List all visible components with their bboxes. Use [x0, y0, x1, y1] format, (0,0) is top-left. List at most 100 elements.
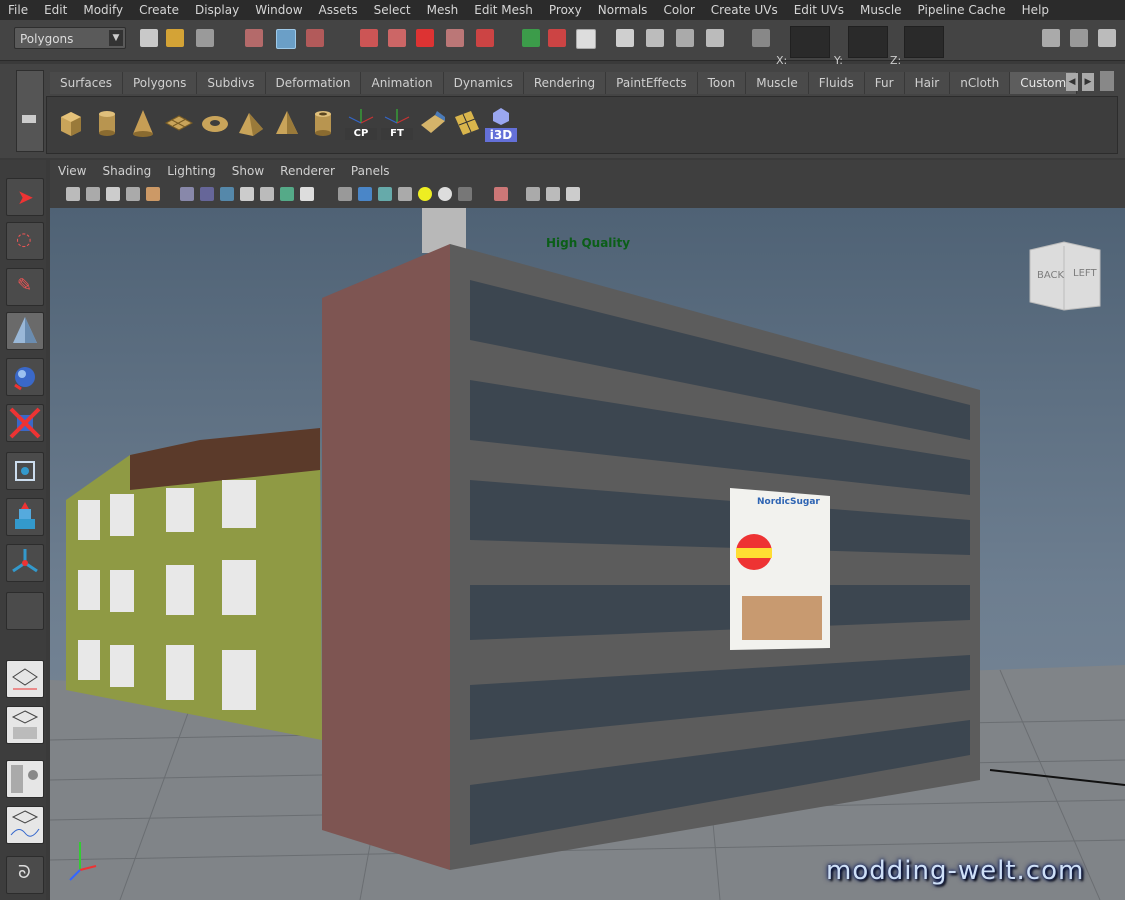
perspective-viewport[interactable] [50, 208, 1125, 900]
tab-fluids[interactable]: Fluids [808, 72, 865, 94]
tab-subdivs[interactable]: Subdivs [197, 72, 266, 94]
soft-modify-button[interactable] [6, 498, 44, 536]
xray-icon[interactable] [526, 187, 540, 201]
panel-menu-renderer[interactable]: Renderer [272, 164, 343, 178]
snap-grid-icon[interactable] [360, 29, 378, 47]
select-tool-button[interactable]: ➤ [6, 178, 44, 216]
tab-surfaces[interactable]: Surfaces [50, 72, 123, 94]
scale-tool-button[interactable] [6, 404, 44, 442]
menu-assets[interactable]: Assets [311, 0, 366, 20]
plane-icon[interactable] [163, 107, 195, 139]
attribute-editor-icon[interactable] [1042, 29, 1060, 47]
tab-dynamics[interactable]: Dynamics [443, 72, 524, 94]
tab-ncloth[interactable]: nCloth [950, 72, 1011, 94]
panel-menu-view[interactable]: View [50, 164, 94, 178]
film-gate-icon[interactable] [200, 187, 214, 201]
field-chart-icon[interactable] [260, 187, 274, 201]
new-scene-icon[interactable] [140, 29, 158, 47]
resolution-gate-icon[interactable] [220, 187, 234, 201]
ft-icon[interactable]: FT [381, 107, 413, 140]
tab-polygons[interactable]: Polygons [122, 72, 198, 94]
mode-selector[interactable]: Polygons ▼ [14, 27, 126, 49]
tab-animation[interactable]: Animation [361, 72, 444, 94]
render-settings-icon[interactable] [706, 29, 724, 47]
wireframe-icon[interactable] [338, 187, 352, 201]
pipe-icon[interactable] [307, 107, 339, 139]
chevron-left-icon[interactable]: ◀ [1066, 73, 1078, 91]
xray-joints-icon[interactable] [546, 187, 560, 201]
menu-select[interactable]: Select [366, 0, 419, 20]
cone-icon[interactable] [127, 107, 159, 139]
tab-deformation[interactable]: Deformation [265, 72, 362, 94]
tab-hair[interactable]: Hair [904, 72, 951, 94]
panel-menu-lighting[interactable]: Lighting [159, 164, 224, 178]
trash-icon[interactable] [1100, 71, 1114, 91]
chevron-down-icon[interactable]: ▼ [109, 30, 123, 46]
tab-toon[interactable]: Toon [697, 72, 747, 94]
x-field[interactable] [790, 26, 830, 58]
layout-single-button[interactable] [6, 660, 44, 698]
gate-mask-icon[interactable] [240, 187, 254, 201]
menu-edit[interactable]: Edit [36, 0, 75, 20]
bookmark-icon[interactable] [106, 187, 120, 201]
layout-graph-button[interactable] [6, 806, 44, 844]
shelf-menu-button[interactable] [16, 70, 44, 152]
select-component-icon[interactable] [306, 29, 324, 47]
tab-fur[interactable]: Fur [864, 72, 905, 94]
y-field[interactable] [848, 26, 888, 58]
transform-input-icon[interactable] [752, 29, 770, 47]
menu-muscle[interactable]: Muscle [852, 0, 910, 20]
menu-create[interactable]: Create [131, 0, 187, 20]
construction-history-icon[interactable] [576, 29, 596, 49]
snap-live-icon[interactable] [476, 29, 494, 47]
tab-painteffects[interactable]: PaintEffects [606, 72, 698, 94]
panel-menu-shading[interactable]: Shading [94, 164, 159, 178]
tab-muscle[interactable]: Muscle [746, 72, 809, 94]
last-tool-button[interactable] [6, 592, 44, 630]
open-scene-icon[interactable] [166, 29, 184, 47]
select-camera-icon[interactable] [66, 187, 80, 201]
z-field[interactable] [904, 26, 944, 58]
viewcube-back-label[interactable]: BACK [1037, 270, 1064, 281]
image-plane-icon[interactable] [126, 187, 140, 201]
menu-normals[interactable]: Normals [590, 0, 656, 20]
pyramid-icon[interactable] [271, 107, 303, 139]
script-editor-button[interactable]: ᘐ [6, 856, 44, 894]
torus-icon[interactable] [199, 107, 231, 139]
isolate-select-icon[interactable] [494, 187, 508, 201]
xray-components-icon[interactable] [566, 187, 580, 201]
menu-proxy[interactable]: Proxy [541, 0, 590, 20]
high-quality-icon[interactable] [458, 187, 472, 201]
menu-mesh[interactable]: Mesh [419, 0, 467, 20]
wireframe-on-shaded-icon[interactable] [378, 187, 392, 201]
tool-settings-icon[interactable] [1070, 29, 1088, 47]
universal-manipulator-button[interactable] [6, 452, 44, 490]
cube-icon[interactable] [55, 107, 87, 139]
lasso-tool-button[interactable]: ◌ [6, 222, 44, 260]
uv-map-icon[interactable] [417, 107, 449, 139]
snap-point-icon[interactable] [416, 29, 434, 47]
menu-display[interactable]: Display [187, 0, 247, 20]
move-tool-button[interactable] [6, 312, 44, 350]
safe-action-icon[interactable] [280, 187, 294, 201]
menu-file[interactable]: File [0, 0, 36, 20]
viewcube-left-label[interactable]: LEFT [1073, 268, 1097, 279]
grid-icon[interactable] [180, 187, 194, 201]
prism-icon[interactable] [235, 107, 267, 139]
chevron-right-icon[interactable]: ▶ [1082, 73, 1094, 91]
smooth-shade-icon[interactable] [358, 187, 372, 201]
select-object-icon[interactable] [276, 29, 296, 49]
paint-select-tool-button[interactable]: ✎ [6, 268, 44, 306]
camera-attributes-icon[interactable] [86, 187, 100, 201]
menu-modify[interactable]: Modify [75, 0, 131, 20]
menu-pipeline-cache[interactable]: Pipeline Cache [910, 0, 1014, 20]
render-view-icon[interactable] [616, 29, 634, 47]
cp-icon[interactable]: CP [345, 107, 377, 140]
layout-outliner-button[interactable] [6, 706, 44, 744]
channel-box-icon[interactable] [1098, 29, 1116, 47]
ipr-render-icon[interactable] [676, 29, 694, 47]
panel-menu-show[interactable]: Show [224, 164, 272, 178]
panel-menu-panels[interactable]: Panels [343, 164, 398, 178]
menu-color[interactable]: Color [655, 0, 702, 20]
output-icon[interactable] [548, 29, 566, 47]
